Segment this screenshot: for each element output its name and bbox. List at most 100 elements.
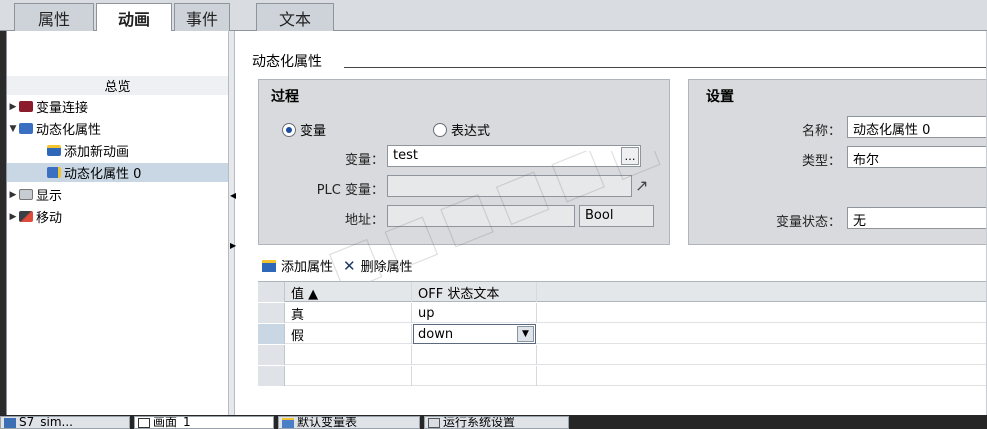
table-row[interactable]: 真 up [258, 303, 987, 323]
add-property-button[interactable]: 添加属性 [262, 256, 333, 275]
settings-group-title: 设置 [706, 89, 734, 105]
chevron-down-icon[interactable]: ▼ [517, 326, 534, 342]
tree-item-label: 显示 [36, 189, 63, 204]
radio-selected-icon [282, 122, 296, 137]
cell-text[interactable] [412, 345, 537, 365]
process-group: 过程 变量 表达式 变量： test … PLC 变量： ↗ 地址： Bool [258, 79, 670, 245]
tab-properties[interactable]: 属性 [14, 3, 94, 31]
radio-expression[interactable]: 表达式 [433, 120, 490, 139]
add-property-label: 添加属性 [281, 260, 334, 275]
text-list-grid: 值 ▲ OFF 状态文本 真 up 假 down ▼ [258, 281, 987, 401]
collapse-arrow-icon[interactable]: ▼ [7, 124, 19, 134]
tag-state-field[interactable]: 无 [847, 207, 987, 229]
tree-item-tag-connection[interactable]: ▶ 变量连接 [7, 97, 228, 116]
row-header[interactable] [258, 324, 285, 344]
column-header-value[interactable]: 值 ▲ [285, 282, 412, 302]
property-tabstrip: 属性 动画 事件 文本 [0, 0, 987, 32]
data-type-field: Bool [579, 205, 654, 227]
animation-tree: 总览 ▶ 变量连接 ▼ 动态化属性 添加新动画 动态化属性 0 ▶ 显示 ▶ 移… [7, 31, 228, 415]
editor-taskbar: S7_sim... 画面_1 默认变量表 运行系统设置 [0, 415, 987, 429]
add-property-icon [262, 259, 276, 272]
table-row-empty[interactable] [258, 345, 987, 365]
dropdown-value: down [418, 326, 454, 342]
tab-animations[interactable]: 动画 [96, 3, 172, 32]
task-screen[interactable]: 画面_1 [134, 416, 274, 429]
tag-link-icon [19, 101, 33, 112]
expand-arrow-icon[interactable]: ▶ [7, 212, 19, 222]
radio-expression-label: 表达式 [451, 124, 491, 139]
section-divider [344, 67, 987, 68]
expand-arrow-icon[interactable]: ▶ [7, 190, 19, 200]
grid-corner [258, 282, 285, 302]
tree-overview[interactable]: 总览 [7, 76, 228, 95]
settings-group: 设置 名称： 动态化属性 0 类型： 布尔 变量状态： 无 [688, 79, 987, 245]
tree-splitter[interactable]: ◀ ▶ [228, 31, 236, 415]
goto-arrow-icon[interactable]: ↗ [635, 176, 648, 195]
tree-item-label: 移动 [36, 211, 63, 226]
task-label: 画面_1 [153, 416, 191, 429]
cell-value[interactable] [285, 345, 412, 365]
type-label: 类型： [801, 154, 841, 169]
task-sim[interactable]: S7_sim... [0, 416, 130, 429]
type-field[interactable]: 布尔 [847, 146, 987, 168]
row-header[interactable] [258, 366, 285, 386]
add-animation-icon [47, 145, 61, 156]
row-header[interactable] [258, 303, 285, 323]
row-header[interactable] [258, 345, 285, 365]
tree-item-dynamic-property-0[interactable]: 动态化属性 0 [7, 163, 228, 182]
address-label: 地址： [344, 213, 384, 228]
radio-variable[interactable]: 变量 [282, 120, 326, 139]
tree-item-movement[interactable]: ▶ 移动 [7, 207, 228, 226]
column-header-off-text[interactable]: OFF 状态文本 [412, 282, 537, 302]
name-label: 名称： [801, 124, 841, 139]
move-icon [19, 211, 33, 222]
radio-unselected-icon [433, 122, 447, 137]
delete-icon: ✕ [343, 256, 356, 275]
plc-variable-label: PLC 变量： [316, 183, 384, 198]
cell-value[interactable] [285, 366, 412, 386]
tree-item-label: 动态化属性 0 [64, 167, 142, 182]
tag-state-label: 变量状态： [775, 215, 841, 230]
tab-events[interactable]: 事件 [174, 3, 230, 31]
process-group-title: 过程 [271, 89, 299, 105]
delete-property-label: 删除属性 [360, 260, 413, 275]
tag-table-icon [282, 418, 294, 428]
expand-arrow-icon[interactable]: ▶ [7, 102, 19, 112]
plc-variable-field [387, 175, 632, 197]
dynamic-property-icon [47, 167, 61, 178]
name-field[interactable]: 动态化属性 0 [847, 116, 987, 138]
visibility-icon [19, 189, 33, 200]
tree-item-add-animation[interactable]: 添加新动画 [7, 141, 228, 160]
screen-icon [138, 418, 150, 428]
tree-item-label: 动态化属性 [36, 123, 102, 138]
cell-text[interactable]: up [412, 303, 537, 323]
tree-overview-label: 总览 [104, 80, 131, 95]
tree-item-visibility[interactable]: ▶ 显示 [7, 185, 228, 204]
cell-value[interactable]: 真 [285, 303, 412, 323]
tag-browse-button[interactable]: … [621, 147, 639, 165]
variable-field[interactable]: test [387, 145, 641, 167]
table-row-empty[interactable] [258, 366, 987, 386]
task-label: 默认变量表 [297, 416, 358, 429]
text-dropdown[interactable]: down ▼ [413, 324, 536, 344]
section-title: 动态化属性 [252, 54, 322, 70]
task-label: S7_sim... [19, 416, 73, 429]
property-content: 动态化属性 过程 变量 表达式 变量： test … PLC 变量： ↗ 地址：… [236, 31, 987, 415]
inspector-panel: 总览 ▶ 变量连接 ▼ 动态化属性 添加新动画 动态化属性 0 ▶ 显示 ▶ 移… [6, 31, 987, 415]
variable-label: 变量： [344, 153, 384, 168]
settings-icon [428, 418, 440, 428]
table-row[interactable]: 假 down ▼ [258, 324, 987, 344]
address-field [387, 205, 575, 227]
tree-item-dynamic-properties[interactable]: ▼ 动态化属性 [7, 119, 228, 138]
task-runtime-settings[interactable]: 运行系统设置 [424, 416, 569, 429]
tree-item-label: 添加新动画 [64, 145, 130, 160]
radio-variable-label: 变量 [300, 124, 327, 139]
task-label: 运行系统设置 [443, 416, 516, 429]
delete-property-button[interactable]: ✕ 删除属性 [343, 256, 413, 276]
task-tag-table[interactable]: 默认变量表 [278, 416, 420, 429]
tab-texts[interactable]: 文本 [256, 3, 334, 31]
cell-value[interactable]: 假 [285, 324, 412, 344]
dynamic-property-icon [19, 123, 33, 134]
cell-text[interactable] [412, 366, 537, 386]
property-toolbar: 添加属性 ✕ 删除属性 [262, 256, 423, 275]
